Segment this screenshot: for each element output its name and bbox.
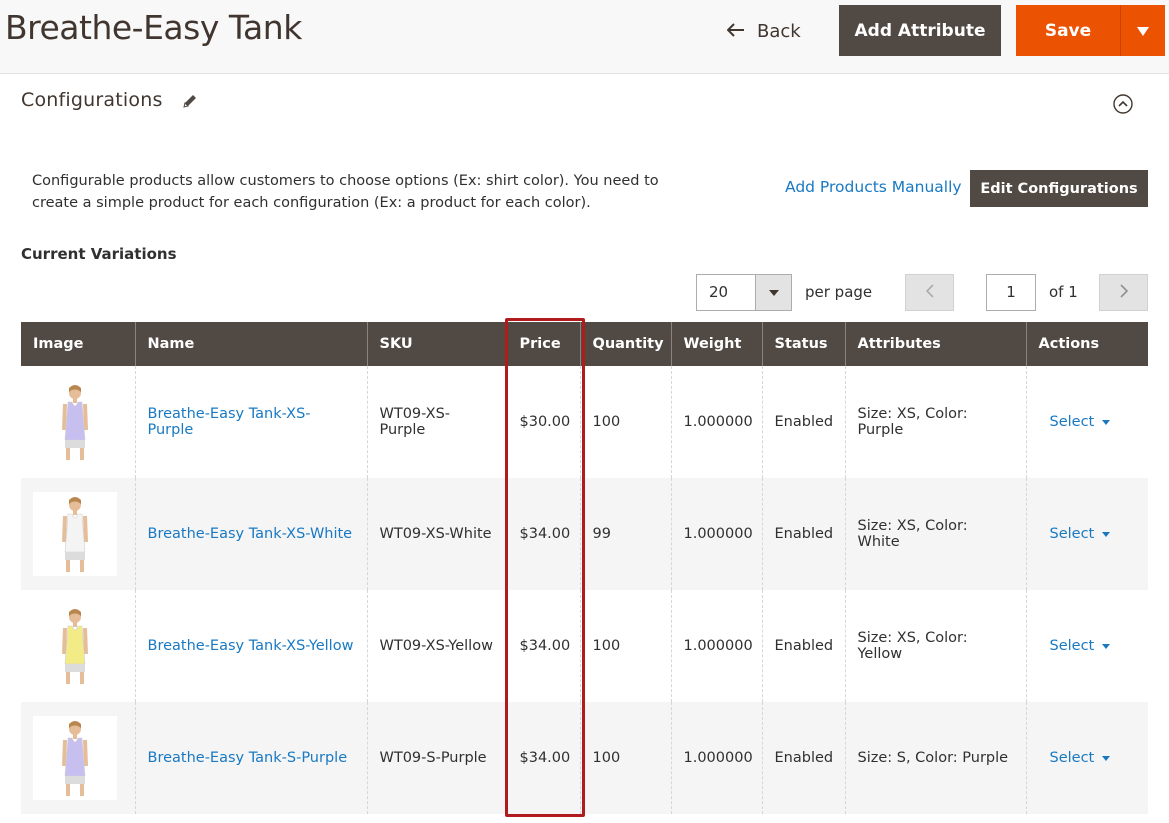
save-options-toggle[interactable] bbox=[1120, 5, 1165, 56]
next-page-button[interactable] bbox=[1099, 274, 1148, 311]
page-title: Breathe-Easy Tank bbox=[5, 8, 302, 47]
chevron-right-icon bbox=[1119, 283, 1128, 302]
status-cell: Enabled bbox=[761, 590, 845, 702]
caret-down-icon bbox=[1102, 755, 1111, 761]
select-action-dropdown[interactable]: Select bbox=[1039, 750, 1111, 766]
product-thumbnail[interactable] bbox=[33, 380, 117, 464]
back-button[interactable]: Back bbox=[726, 14, 801, 48]
weight-cell: 1.000000 bbox=[670, 702, 762, 814]
table-row: Breathe-Easy Tank-XS-White WT09-XS-White… bbox=[21, 478, 1148, 590]
select-action-dropdown[interactable]: Select bbox=[1039, 526, 1111, 542]
collapse-icon[interactable] bbox=[1113, 94, 1133, 114]
image-cell bbox=[21, 702, 135, 814]
column-header-weight: Weight bbox=[670, 322, 762, 366]
product-name-link[interactable]: Breathe-Easy Tank-XS-White bbox=[148, 526, 353, 542]
back-button-label: Back bbox=[757, 20, 801, 42]
attributes-cell: Size: XS, Color: Yellow bbox=[844, 590, 1026, 702]
variations-table: Image Name SKU Price Quantity Weight Sta… bbox=[21, 322, 1148, 814]
caret-down-icon bbox=[1102, 531, 1111, 537]
status-cell: Enabled bbox=[761, 366, 845, 478]
caret-down-icon bbox=[1102, 643, 1111, 649]
product-name-link[interactable]: Breathe-Easy Tank-XS-Purple bbox=[148, 406, 311, 438]
previous-page-button[interactable] bbox=[905, 274, 954, 311]
edit-configurations-button[interactable]: Edit Configurations bbox=[970, 170, 1148, 207]
weight-cell: 1.000000 bbox=[670, 478, 762, 590]
page-header: Breathe-Easy Tank Back Add Attribute Sav… bbox=[0, 0, 1169, 74]
quantity-cell: 100 bbox=[579, 590, 671, 702]
configurations-description: Configurable products allow customers to… bbox=[32, 173, 659, 211]
column-header-quantity: Quantity bbox=[579, 322, 671, 366]
price-cell: $34.00 bbox=[506, 478, 580, 590]
column-header-status: Status bbox=[761, 322, 845, 366]
product-name-link[interactable]: Breathe-Easy Tank-XS-Yellow bbox=[148, 638, 354, 654]
image-cell bbox=[21, 478, 135, 590]
sku-cell: WT09-S-Purple bbox=[366, 702, 507, 814]
select-label: Select bbox=[1049, 526, 1095, 542]
price-cell: $34.00 bbox=[506, 590, 580, 702]
current-variations-heading: Current Variations bbox=[21, 245, 177, 263]
pencil-icon[interactable] bbox=[181, 92, 199, 110]
per-page-select[interactable]: 20 bbox=[696, 274, 792, 311]
status-cell: Enabled bbox=[761, 478, 845, 590]
sku-cell: WT09-XS-Purple bbox=[366, 366, 507, 478]
per-page-value: 20 bbox=[709, 283, 729, 301]
select-label: Select bbox=[1049, 750, 1095, 766]
add-products-manually-link[interactable]: Add Products Manually bbox=[785, 178, 962, 196]
per-page-label: per page bbox=[805, 283, 873, 301]
page-number-input[interactable]: 1 bbox=[986, 274, 1036, 311]
table-row: Breathe-Easy Tank-S-Purple WT09-S-Purple… bbox=[21, 702, 1148, 814]
image-cell bbox=[21, 590, 135, 702]
table-row: Breathe-Easy Tank-XS-Yellow WT09-XS-Yell… bbox=[21, 590, 1148, 702]
column-header-name: Name bbox=[134, 322, 367, 366]
attributes-cell: Size: XS, Color: White bbox=[844, 478, 1026, 590]
page-total-label: of 1 bbox=[1049, 283, 1078, 301]
sku-cell: WT09-XS-White bbox=[366, 478, 507, 590]
column-header-image: Image bbox=[21, 322, 135, 366]
select-label: Select bbox=[1049, 414, 1095, 430]
caret-down-icon bbox=[1102, 419, 1111, 425]
arrow-left-icon bbox=[726, 21, 745, 42]
table-row: Breathe-Easy Tank-XS-Purple WT09-XS-Purp… bbox=[21, 366, 1148, 478]
product-name-link[interactable]: Breathe-Easy Tank-S-Purple bbox=[148, 750, 348, 766]
column-header-sku: SKU bbox=[366, 322, 507, 366]
caret-down-icon bbox=[1137, 21, 1149, 40]
table-header-row: Image Name SKU Price Quantity Weight Sta… bbox=[21, 322, 1148, 366]
configurations-title: Configurations bbox=[21, 89, 163, 111]
column-header-attributes: Attributes bbox=[844, 322, 1026, 366]
attributes-cell: Size: S, Color: Purple bbox=[844, 702, 1026, 814]
weight-cell: 1.000000 bbox=[670, 366, 762, 478]
status-cell: Enabled bbox=[761, 702, 845, 814]
product-thumbnail[interactable] bbox=[33, 716, 117, 800]
quantity-cell: 100 bbox=[579, 366, 671, 478]
quantity-cell: 100 bbox=[579, 702, 671, 814]
select-label: Select bbox=[1049, 638, 1095, 654]
image-cell bbox=[21, 366, 135, 478]
add-attribute-button[interactable]: Add Attribute bbox=[839, 5, 1001, 56]
save-button[interactable]: Save bbox=[1016, 5, 1120, 56]
attributes-cell: Size: XS, Color: Purple bbox=[844, 366, 1026, 478]
sku-cell: WT09-XS-Yellow bbox=[366, 590, 507, 702]
column-header-price: Price bbox=[506, 322, 580, 366]
select-action-dropdown[interactable]: Select bbox=[1039, 414, 1111, 430]
select-action-dropdown[interactable]: Select bbox=[1039, 638, 1111, 654]
product-thumbnail[interactable] bbox=[33, 604, 117, 688]
chevron-left-icon bbox=[925, 283, 934, 302]
product-thumbnail[interactable] bbox=[33, 492, 117, 576]
column-header-actions: Actions bbox=[1025, 322, 1148, 366]
price-cell: $34.00 bbox=[506, 702, 580, 814]
weight-cell: 1.000000 bbox=[670, 590, 762, 702]
caret-down-icon bbox=[755, 275, 791, 310]
quantity-cell: 99 bbox=[579, 478, 671, 590]
price-cell: $30.00 bbox=[506, 366, 580, 478]
